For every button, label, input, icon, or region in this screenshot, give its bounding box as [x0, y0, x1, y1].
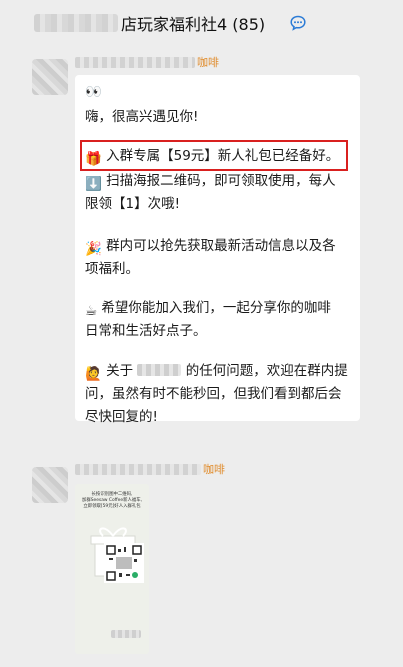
party-popper-icon: 🎉 [85, 241, 102, 257]
down-arrow-icon: ⬇️ [85, 176, 102, 192]
chat-header: 店玩家福利社4 (85) [0, 0, 403, 46]
poster-image[interactable]: 长按识别图中二维码, 加群Seesaw Coffee新人福车, 立即领取[59元… [75, 484, 149, 654]
message-line: 项福利。 [85, 261, 139, 277]
message-line: 👀 [85, 84, 102, 100]
group-title[interactable]: 店玩家福利社4 (85) [121, 11, 265, 35]
message-line: ☕ 希望你能加入我们，一起分享你的咖啡 [85, 300, 331, 319]
poster-footer-blurred [111, 630, 141, 638]
message-line: 嗨，很高兴遇见你! [85, 109, 199, 125]
support-icon: 🙋 [85, 366, 102, 382]
qr-code[interactable] [104, 543, 144, 583]
message-line: 🙋 关于 的任何问题，欢迎在群内提 [85, 363, 348, 382]
poster-caption: 长按识别图中二维码, 加群Seesaw Coffee新人福车, 立即领取[59元… [81, 492, 143, 509]
sender-name: 咖啡 [75, 55, 219, 69]
avatar[interactable] [32, 467, 68, 503]
sender-name: 咖啡 [75, 462, 225, 476]
message-line: 日常和生活好点子。 [85, 323, 207, 339]
group-name-blurred [34, 14, 118, 32]
message-line: 🎉 群内可以抢先获取最新活动信息以及各 [85, 238, 336, 257]
message-line: 问，虽然有时不能秒回，但我们看到都后会 [85, 386, 342, 402]
brand-name-blurred [137, 364, 182, 376]
message-line: 🎁 入群专属【59元】新人礼包已经备好。 [85, 148, 340, 167]
message-line: 限领【1】次哦! [85, 196, 181, 212]
coffee-icon: ☕ [85, 303, 98, 319]
message-line: 尽快回复的! [85, 409, 158, 425]
gift-icon: 🎁 [85, 151, 102, 167]
avatar[interactable] [32, 59, 68, 95]
chat-bubble-icon[interactable] [289, 14, 307, 32]
message-line: ⬇️ 扫描海报二维码，即可领取使用，每人 [85, 173, 336, 192]
